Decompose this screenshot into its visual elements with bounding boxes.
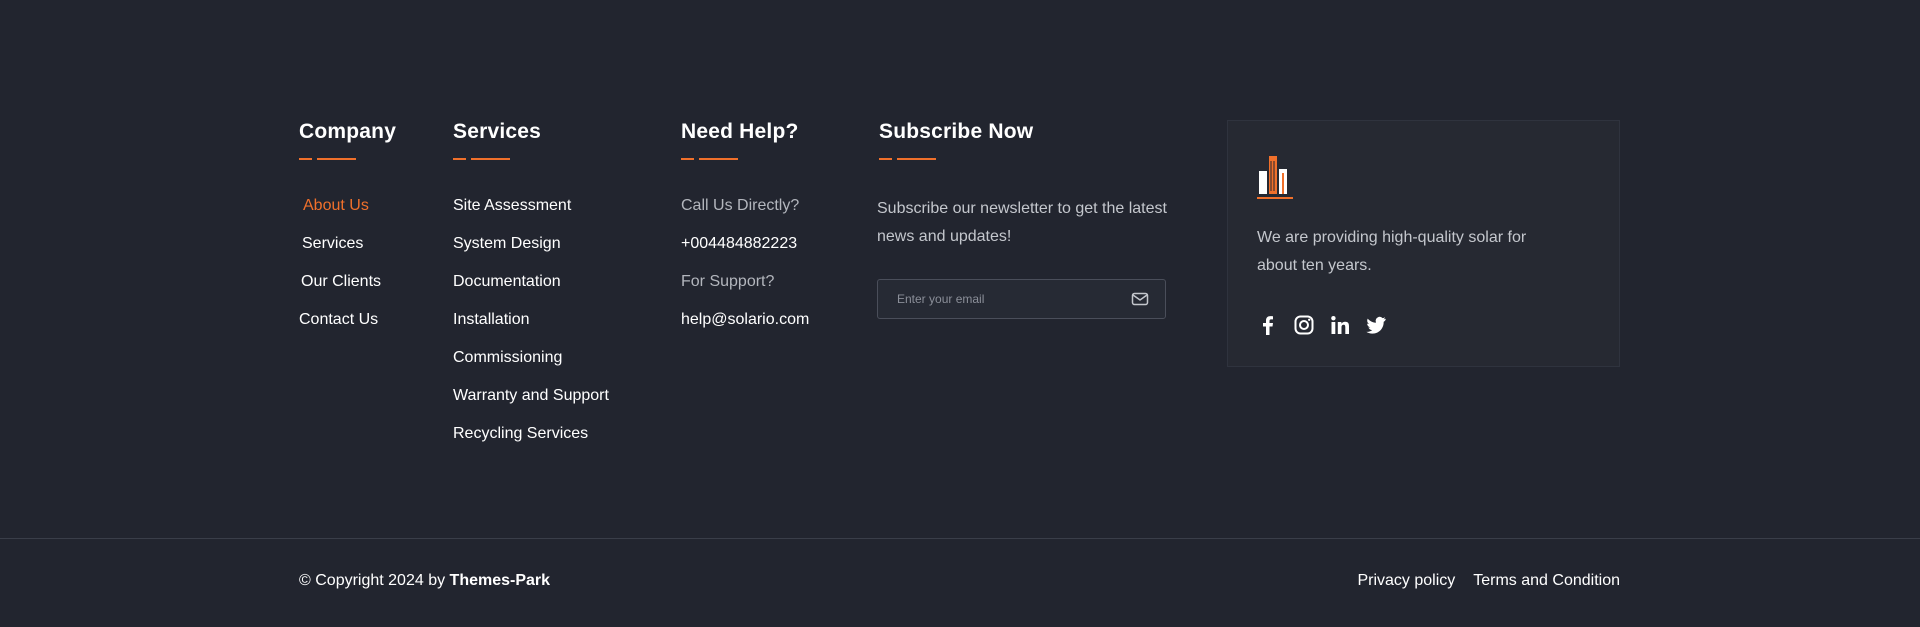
list-item: Warranty and Support xyxy=(453,384,609,422)
heading-underline xyxy=(681,158,809,161)
heading-underline xyxy=(879,158,1177,161)
list-item: Contact Us xyxy=(299,308,396,346)
solar-building-logo xyxy=(1257,153,1295,201)
call-label: Call Us Directly? xyxy=(681,197,800,214)
footer: Company About Us Services Our Clients Co… xyxy=(0,0,1920,538)
about-text: We are providing high-quality solar for … xyxy=(1257,229,1527,274)
facebook-icon[interactable] xyxy=(1257,314,1279,336)
company-link-contact-us[interactable]: Contact Us xyxy=(299,311,378,328)
privacy-policy-link[interactable]: Privacy policy xyxy=(1357,572,1455,589)
help-list: Call Us Directly? +004484882223 For Supp… xyxy=(681,194,809,346)
subscribe-column: Subscribe Now Subscribe our newsletter t… xyxy=(877,118,1177,328)
phone-link[interactable]: +004484882223 xyxy=(681,235,797,252)
twitter-icon[interactable] xyxy=(1365,314,1387,336)
list-item: +004484882223 xyxy=(681,232,809,270)
services-column: Services Site Assessment System Design D… xyxy=(453,118,609,460)
linkedin-icon[interactable] xyxy=(1329,314,1351,336)
list-item: help@solario.com xyxy=(681,308,809,346)
service-link-documentation[interactable]: Documentation xyxy=(453,273,561,290)
list-item: Recycling Services xyxy=(453,422,609,460)
heading-underline xyxy=(453,158,609,161)
instagram-icon[interactable] xyxy=(1293,314,1315,336)
list-item: Installation xyxy=(453,308,609,346)
list-item: Services xyxy=(299,232,396,270)
support-email-link[interactable]: help@solario.com xyxy=(681,311,809,328)
legal-links: Privacy policy Terms and Condition xyxy=(1339,572,1620,590)
company-column: Company About Us Services Our Clients Co… xyxy=(299,118,396,346)
newsletter-email-input[interactable] xyxy=(878,280,1127,318)
company-link-our-clients[interactable]: Our Clients xyxy=(301,273,381,290)
list-item: Our Clients xyxy=(299,270,396,308)
services-links: Site Assessment System Design Documentat… xyxy=(453,194,609,460)
footer-divider xyxy=(0,538,1920,539)
service-link-warranty-support[interactable]: Warranty and Support xyxy=(453,387,609,404)
newsletter-form xyxy=(877,279,1166,319)
company-link-services[interactable]: Services xyxy=(302,235,363,252)
list-item: Call Us Directly? xyxy=(681,194,809,232)
service-link-recycling[interactable]: Recycling Services xyxy=(453,425,588,442)
list-item: System Design xyxy=(453,232,609,270)
services-heading: Services xyxy=(453,120,542,143)
list-item: For Support? xyxy=(681,270,809,308)
subscribe-heading: Subscribe Now xyxy=(879,120,1034,143)
service-link-installation[interactable]: Installation xyxy=(453,311,530,328)
list-item: Site Assessment xyxy=(453,194,609,232)
support-label: For Support? xyxy=(681,273,775,290)
copyright-brand: Themes-Park xyxy=(449,572,551,589)
copyright: © Copyright 2024 by Themes-Park xyxy=(299,572,550,590)
service-link-commissioning[interactable]: Commissioning xyxy=(453,349,562,366)
service-link-site-assessment[interactable]: Site Assessment xyxy=(453,197,571,214)
help-column: Need Help? Call Us Directly? +0044848822… xyxy=(681,118,809,346)
heading-underline xyxy=(299,158,396,161)
company-link-about-us[interactable]: About Us xyxy=(303,197,369,214)
company-links: About Us Services Our Clients Contact Us xyxy=(299,194,396,346)
copyright-text: © Copyright 2024 by xyxy=(299,572,450,589)
subscribe-description: Subscribe our newsletter to get the late… xyxy=(877,200,1167,245)
envelope-icon[interactable] xyxy=(1131,291,1149,307)
company-heading: Company xyxy=(299,120,397,143)
terms-condition-link[interactable]: Terms and Condition xyxy=(1473,572,1620,589)
about-card: We are providing high-quality solar for … xyxy=(1227,120,1620,367)
service-link-system-design[interactable]: System Design xyxy=(453,235,561,252)
help-heading: Need Help? xyxy=(681,120,799,143)
list-item: Commissioning xyxy=(453,346,609,384)
list-item: Documentation xyxy=(453,270,609,308)
list-item: About Us xyxy=(299,194,396,232)
